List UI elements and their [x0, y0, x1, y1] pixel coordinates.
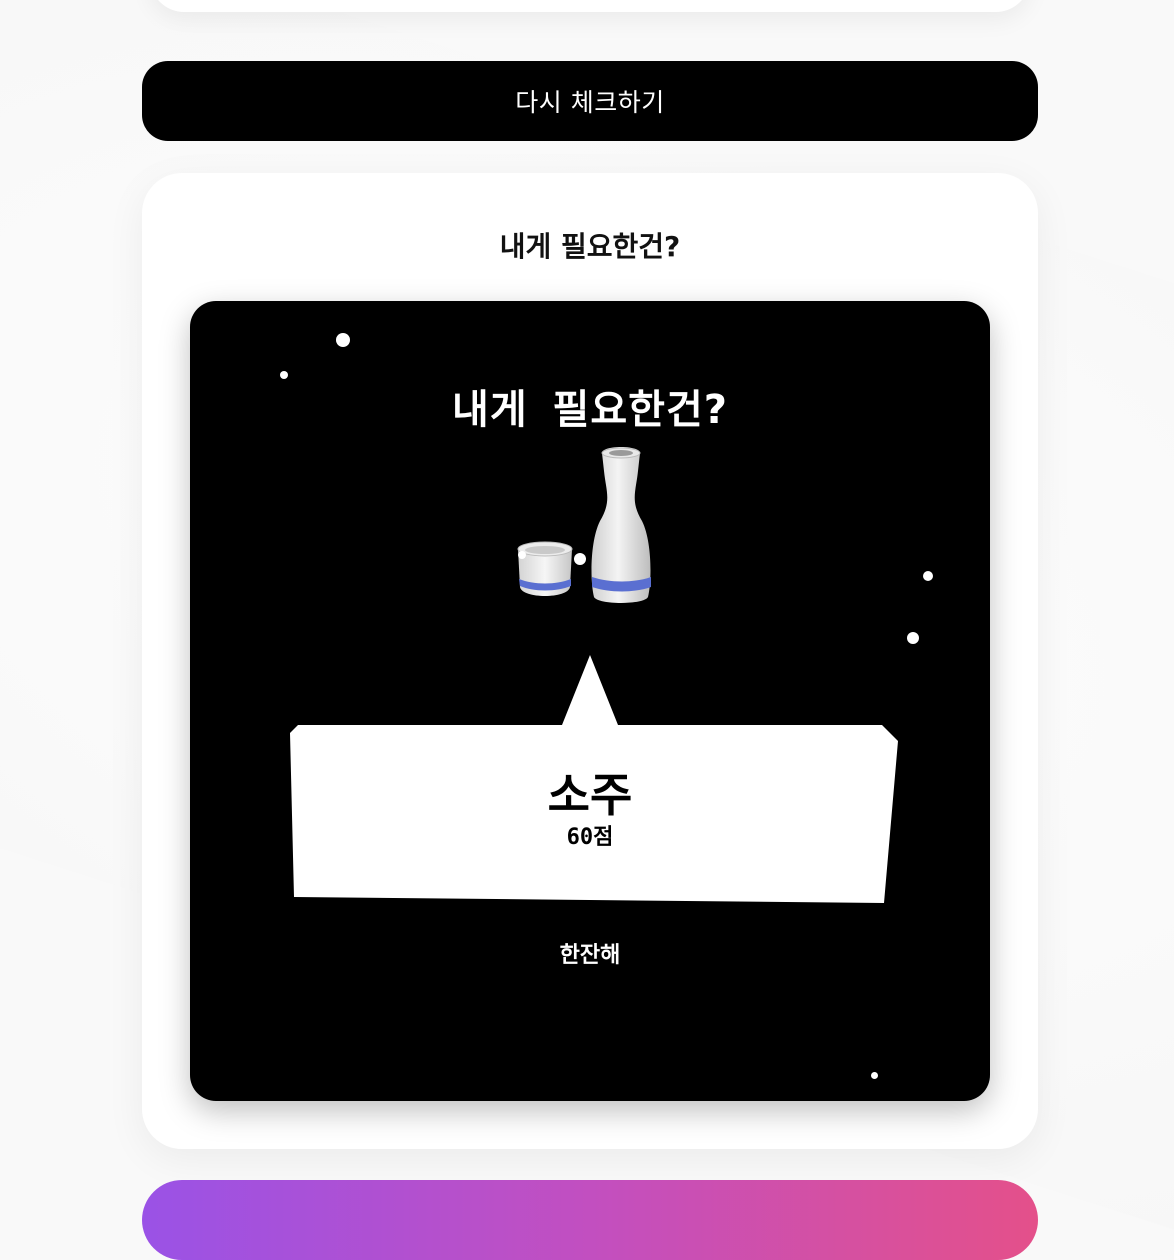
result-card: 내게 필요한건? 내게 필요한건? 소주 60점 한잔해	[142, 173, 1038, 1149]
sparkle-dot	[336, 333, 350, 347]
share-image-title: 내게 필요한건?	[452, 387, 728, 433]
sparkle-dot	[871, 1072, 878, 1079]
sparkle-dot	[923, 571, 933, 581]
previous-card	[150, 0, 1030, 12]
result-caption: 한잔해	[559, 943, 621, 968]
share-card-gradient	[142, 1180, 1038, 1260]
sake-bottle-and-cup-icon	[517, 447, 651, 603]
result-name: 소주	[547, 768, 633, 822]
sparkle-dot	[907, 632, 919, 644]
result-share-image: 내게 필요한건? 소주 60점 한잔해	[190, 301, 990, 1101]
result-card-title: 내게 필요한건?	[499, 230, 681, 263]
retry-button[interactable]: 다시 체크하기	[142, 61, 1038, 141]
result-score: 60점	[566, 825, 614, 850]
